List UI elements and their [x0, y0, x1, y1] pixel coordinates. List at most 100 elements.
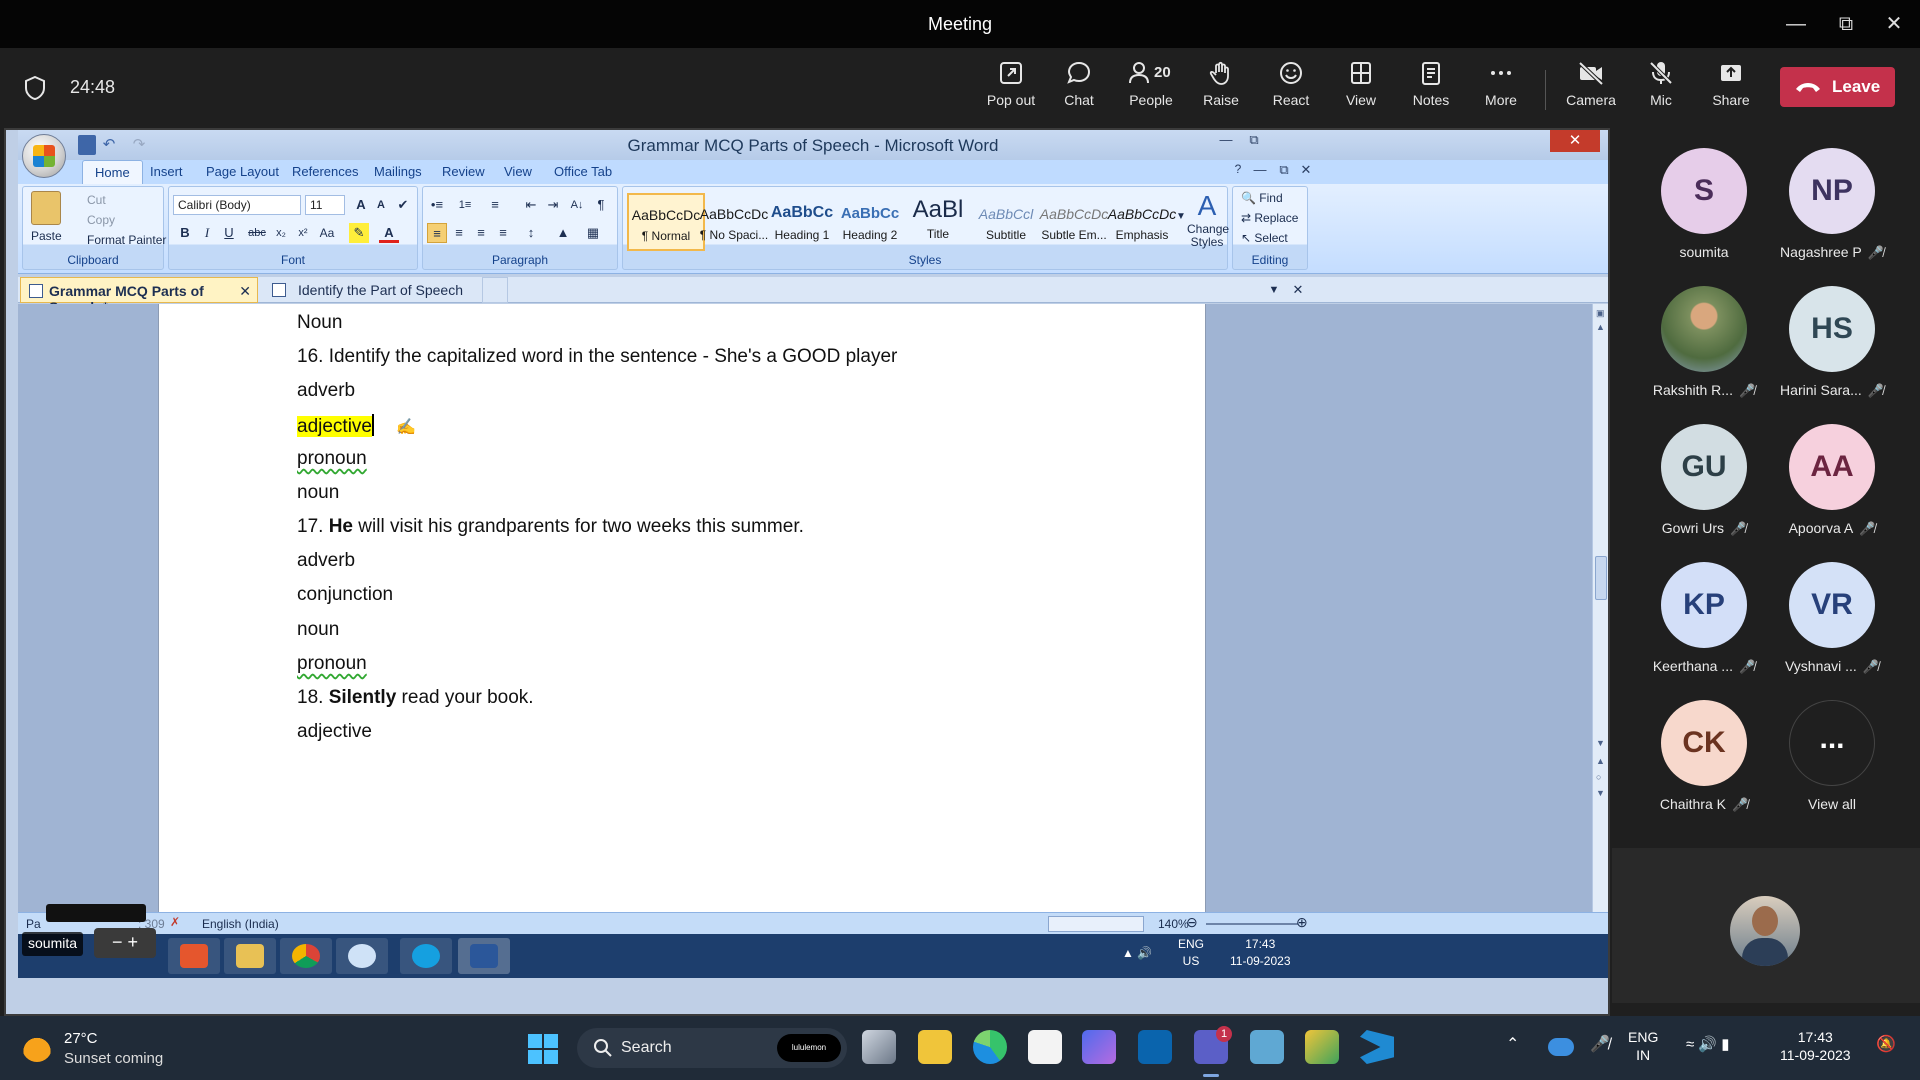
shared-app-explorer[interactable]	[224, 938, 276, 974]
edge-icon[interactable]	[973, 1030, 1007, 1064]
share-button[interactable]: Share	[1700, 60, 1762, 118]
change-case-icon[interactable]: Aa	[317, 223, 337, 243]
tab-home[interactable]: Home	[82, 160, 143, 184]
shared-app-skype[interactable]	[400, 938, 452, 974]
shared-app-chrome[interactable]	[280, 938, 332, 974]
superscript-icon[interactable]: x²	[293, 223, 313, 243]
tab-list-icon[interactable]: ▼	[1264, 280, 1284, 300]
line-spacing-icon[interactable]: ↕	[521, 223, 541, 243]
style-heading-2[interactable]: AaBbCc Heading 2	[831, 193, 909, 251]
language-status[interactable]: English (India)	[202, 917, 279, 931]
tab-mailings[interactable]: Mailings	[374, 164, 422, 179]
numbering-icon[interactable]: 1≡	[455, 195, 475, 215]
close-window-button[interactable]: ✕	[1874, 8, 1914, 40]
store-icon[interactable]	[1028, 1030, 1062, 1064]
task-view-icon[interactable]	[862, 1030, 896, 1064]
shared-tray-icons[interactable]: ▲ 🔊	[1122, 946, 1152, 960]
align-center-icon[interactable]: ≡	[449, 223, 469, 243]
undo-icon[interactable]: ↶	[100, 135, 118, 155]
tab-view[interactable]: View	[504, 164, 532, 179]
chat-button[interactable]: Chat	[1048, 60, 1110, 118]
subscript-icon[interactable]: x₂	[271, 223, 291, 243]
scroll-up-icon[interactable]: ▲	[1596, 322, 1605, 332]
notification-bell-icon[interactable]: 🔕	[1876, 1036, 1896, 1054]
change-styles-button[interactable]: Change Styles	[1187, 223, 1229, 249]
prev-page-icon[interactable]: ▲	[1596, 756, 1605, 766]
participant-tile[interactable]: Rakshith R... 🎤̸	[1634, 286, 1774, 416]
mic-button[interactable]: Mic	[1630, 60, 1692, 118]
redo-icon[interactable]: ↷	[130, 135, 148, 155]
participant-tile[interactable]: GU Gowri Urs 🎤̸	[1634, 424, 1774, 554]
camera-button[interactable]: Camera	[1560, 60, 1622, 118]
tab-references[interactable]: References	[292, 164, 358, 179]
select-browse-icon[interactable]: ○	[1596, 772, 1601, 782]
document-page[interactable]: Noun 16. Identify the capitalized word i…	[158, 304, 1206, 912]
participant-tile[interactable]: VR Vyshnavi ... 🎤̸	[1762, 562, 1902, 692]
taskbar-search[interactable]: Search lululemon	[577, 1028, 847, 1068]
paste-label[interactable]: Paste	[31, 229, 62, 243]
raise-hand-button[interactable]: Raise	[1190, 60, 1252, 118]
view-button[interactable]: View	[1330, 60, 1392, 118]
participant-tile[interactable]: HS Harini Sara... 🎤̸	[1762, 286, 1902, 416]
strikethrough-icon[interactable]: abc	[247, 223, 267, 243]
doc-tab-grammar-mcq[interactable]: Grammar MCQ Parts of Speech * ✕	[20, 277, 258, 315]
grow-font-icon[interactable]: A	[351, 195, 371, 215]
react-button[interactable]: React	[1260, 60, 1322, 118]
minimize-button[interactable]: —	[1776, 8, 1816, 40]
mic-muted-tray-icon[interactable]: 🎤̸	[1590, 1036, 1610, 1054]
zoom-out-icon[interactable]: ⊖	[1186, 914, 1198, 931]
style-heading-1[interactable]: AaBbCc Heading 1	[763, 193, 841, 251]
remote-desktop-icon[interactable]	[1250, 1030, 1284, 1064]
more-button[interactable]: More	[1470, 60, 1532, 118]
office-button[interactable]	[22, 134, 66, 178]
weather-temp[interactable]: 27°C	[64, 1030, 98, 1047]
weather-desc[interactable]: Sunset coming	[64, 1050, 163, 1067]
shrink-font-icon[interactable]: A	[371, 195, 391, 215]
replace-button[interactable]: ⇄ Replace	[1241, 211, 1298, 225]
style-title[interactable]: AaBl Title	[899, 193, 977, 251]
sort-icon[interactable]: A↓	[567, 195, 587, 215]
maximize-button[interactable]: ⧉	[1826, 8, 1866, 40]
decrease-indent-icon[interactable]: ⇤	[521, 195, 541, 215]
style-subtle-emphasis[interactable]: AaBbCcDc Subtle Em...	[1035, 193, 1113, 251]
word-restore-button[interactable]: ⧉	[1242, 132, 1266, 152]
shared-app-chat[interactable]	[336, 938, 388, 974]
change-styles-icon[interactable]: A	[1189, 191, 1225, 221]
file-explorer-icon[interactable]	[918, 1030, 952, 1064]
tab-page-layout[interactable]: Page Layout	[206, 164, 279, 179]
zoom-level[interactable]: 140%	[1158, 917, 1189, 931]
show-formatting-icon[interactable]: ¶	[591, 195, 611, 215]
next-page-icon[interactable]: ▼	[1596, 788, 1605, 798]
new-tab-button[interactable]	[482, 277, 508, 303]
scroll-down-icon[interactable]: ▼	[1596, 738, 1605, 748]
word-close-button[interactable]: ✕	[1550, 130, 1600, 152]
multilevel-list-icon[interactable]: ≡	[485, 195, 505, 215]
tab-insert[interactable]: Insert	[150, 164, 183, 179]
justify-icon[interactable]: ≡	[493, 223, 513, 243]
find-button[interactable]: 🔍 Find	[1241, 191, 1283, 205]
zoom-in-icon[interactable]: ⊕	[1296, 914, 1308, 931]
format-painter-button[interactable]: Format Painter	[87, 233, 166, 247]
participant-tile[interactable]: KP Keerthana ... 🎤̸	[1634, 562, 1774, 692]
document-area[interactable]: Noun 16. Identify the capitalized word i…	[18, 304, 1592, 912]
vscode-icon[interactable]	[1360, 1030, 1394, 1064]
tab-office-tab[interactable]: Office Tab	[554, 164, 612, 179]
proofing-icon[interactable]: ✗	[170, 915, 180, 929]
participant-tile[interactable]: S soumita	[1634, 148, 1774, 278]
italic-icon[interactable]: I	[197, 223, 217, 243]
presenter-zoom-control[interactable]: − +	[94, 928, 156, 958]
copy-button[interactable]: Copy	[87, 213, 115, 227]
ruler-icon[interactable]: ▣	[1596, 308, 1605, 319]
pop-out-button[interactable]: Pop out	[980, 60, 1042, 118]
show-hidden-icons[interactable]: ⌃	[1506, 1036, 1519, 1054]
font-size-select[interactable]: 11	[305, 195, 345, 215]
borders-icon[interactable]: ▦	[583, 223, 603, 243]
vertical-scrollbar[interactable]: ▣ ▲ ▼ ▲ ○ ▼	[1592, 304, 1608, 912]
align-left-icon[interactable]: ≡	[427, 223, 447, 243]
presenter-toolbar[interactable]	[46, 904, 146, 922]
notes-button[interactable]: Notes	[1400, 60, 1462, 118]
save-icon[interactable]	[78, 135, 96, 155]
help-icon[interactable]: ?	[1226, 162, 1250, 182]
view-all-button[interactable]: ... View all	[1762, 700, 1902, 830]
style-no-spacing[interactable]: AaBbCcDc ¶ No Spaci...	[695, 193, 773, 251]
